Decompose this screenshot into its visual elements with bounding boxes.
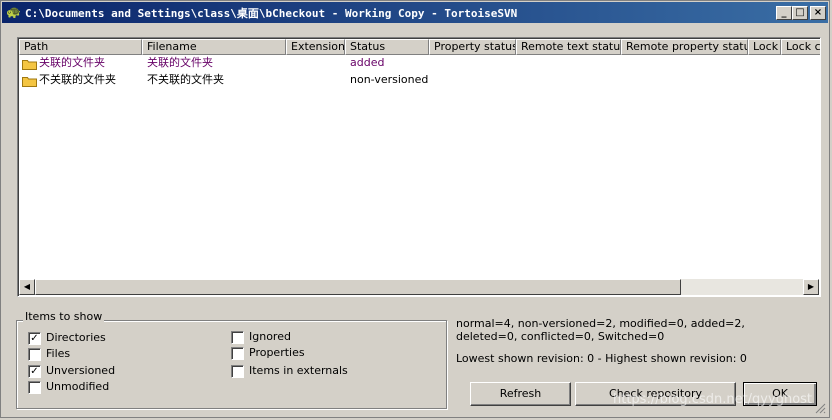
svn-check-window: 🐢 C:\Documents and Settings\class\桌面\bCh… (0, 0, 830, 418)
directories-checkbox[interactable]: ✓ Directories (28, 330, 106, 346)
items-in-externals-checkbox[interactable]: Items in externals (231, 363, 348, 379)
refresh-button[interactable]: Refresh (470, 382, 571, 406)
list-item[interactable]: 关联的文件夹 关联的文件夹 added (19, 54, 819, 71)
items-to-show-title: Items to show (23, 310, 105, 324)
checkbox-box (28, 380, 41, 394)
unversioned-checkbox[interactable]: ✓ Unversioned (28, 363, 115, 379)
checkbox-box (231, 364, 244, 378)
column-header-property-status[interactable]: Property status (429, 39, 516, 55)
revision-range: Lowest shown revision: 0 - Highest shown… (456, 352, 747, 365)
column-header-path[interactable]: Path (19, 39, 142, 55)
row-filename: 不关联的文件夹 (147, 73, 224, 86)
checkbox-box (231, 346, 244, 360)
close-button[interactable]: × (810, 6, 826, 20)
list-header: Path Filename Extension Status Property … (19, 39, 820, 55)
title-bar[interactable]: 🐢 C:\Documents and Settings\class\桌面\bCh… (2, 2, 828, 23)
scroll-left-button[interactable]: ◀ (19, 279, 35, 295)
folder-icon (22, 75, 37, 87)
row-path: 关联的文件夹 (39, 56, 105, 69)
window-title: C:\Documents and Settings\class\桌面\bChec… (25, 7, 518, 20)
maximize-button[interactable]: □ (792, 6, 808, 20)
column-header-filename[interactable]: Filename (142, 39, 286, 55)
ignored-checkbox[interactable]: Ignored (231, 329, 291, 345)
watermark: https://blog.csdn.net/qyyghost (613, 392, 813, 407)
column-header-status[interactable]: Status (345, 39, 429, 55)
tortoise-icon: 🐢 (6, 5, 21, 19)
row-filename: 关联的文件夹 (147, 56, 213, 69)
checkbox-box (28, 347, 41, 361)
files-checkbox[interactable]: Files (28, 346, 70, 362)
file-list[interactable]: Path Filename Extension Status Property … (17, 37, 821, 297)
resize-grip-icon[interactable] (815, 403, 826, 414)
status-summary: normal=4, non-versioned=2, modified=0, a… (456, 317, 745, 343)
horizontal-scrollbar[interactable]: ◀ ▶ (19, 279, 819, 295)
properties-checkbox[interactable]: Properties (231, 345, 305, 361)
column-header-extension[interactable]: Extension (286, 39, 345, 55)
unmodified-checkbox[interactable]: Unmodified (28, 379, 109, 395)
row-status: non-versioned (350, 73, 428, 86)
column-header-remote-text-status[interactable]: Remote text status (516, 39, 621, 55)
row-status: added (350, 56, 385, 69)
row-path: 不关联的文件夹 (39, 73, 116, 86)
checkbox-box (231, 330, 244, 344)
column-header-lock[interactable]: Lock (748, 39, 781, 55)
minimize-button[interactable]: _ (776, 6, 792, 20)
checkbox-box: ✓ (28, 331, 41, 345)
scroll-right-button[interactable]: ▶ (803, 279, 819, 295)
column-header-remote-property-status[interactable]: Remote property status (621, 39, 748, 55)
scrollbar-thumb[interactable] (35, 279, 681, 295)
folder-icon (22, 58, 37, 70)
list-item[interactable]: 不关联的文件夹 不关联的文件夹 non-versioned (19, 71, 819, 88)
checkbox-box: ✓ (28, 364, 41, 378)
column-header-lock-comment[interactable]: Lock co (781, 39, 820, 55)
